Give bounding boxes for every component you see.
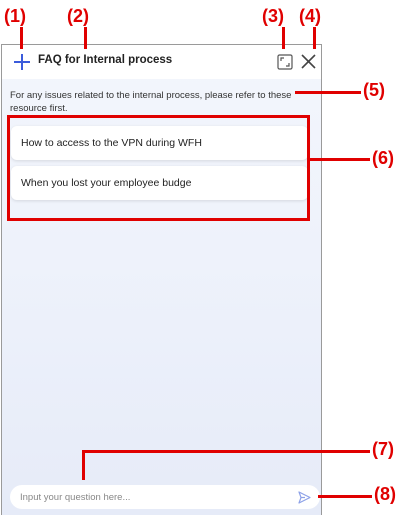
- callout-3: (3): [262, 6, 284, 26]
- callout-line-5: [295, 91, 361, 94]
- callout-7: (7): [372, 439, 394, 459]
- callout-line-6: [310, 158, 370, 161]
- question-input-bar: [10, 485, 320, 509]
- faq-highlight-box: [7, 115, 310, 221]
- intro-text: For any issues related to the internal p…: [10, 90, 292, 114]
- callout-line-3: [282, 27, 285, 49]
- callout-1: (1): [4, 6, 26, 26]
- panel-header: FAQ for Internal process: [2, 45, 321, 79]
- plus-icon[interactable]: [12, 52, 32, 72]
- send-icon[interactable]: [298, 491, 311, 504]
- callout-8: (8): [374, 484, 396, 504]
- callout-6: (6): [372, 148, 394, 168]
- callout-5: (5): [363, 80, 385, 100]
- callout-line-8: [318, 495, 372, 498]
- close-icon[interactable]: [300, 53, 317, 70]
- question-input[interactable]: [10, 485, 280, 509]
- callout-line-4: [313, 27, 316, 49]
- panel-title: FAQ for Internal process: [38, 54, 173, 66]
- callout-line-7-h: [82, 450, 370, 453]
- callout-4: (4): [299, 6, 321, 26]
- callout-2: (2): [67, 6, 89, 26]
- expand-icon[interactable]: [277, 54, 293, 70]
- callout-line-1: [20, 27, 23, 49]
- callout-line-7-v: [82, 450, 85, 480]
- callout-line-2: [84, 27, 87, 49]
